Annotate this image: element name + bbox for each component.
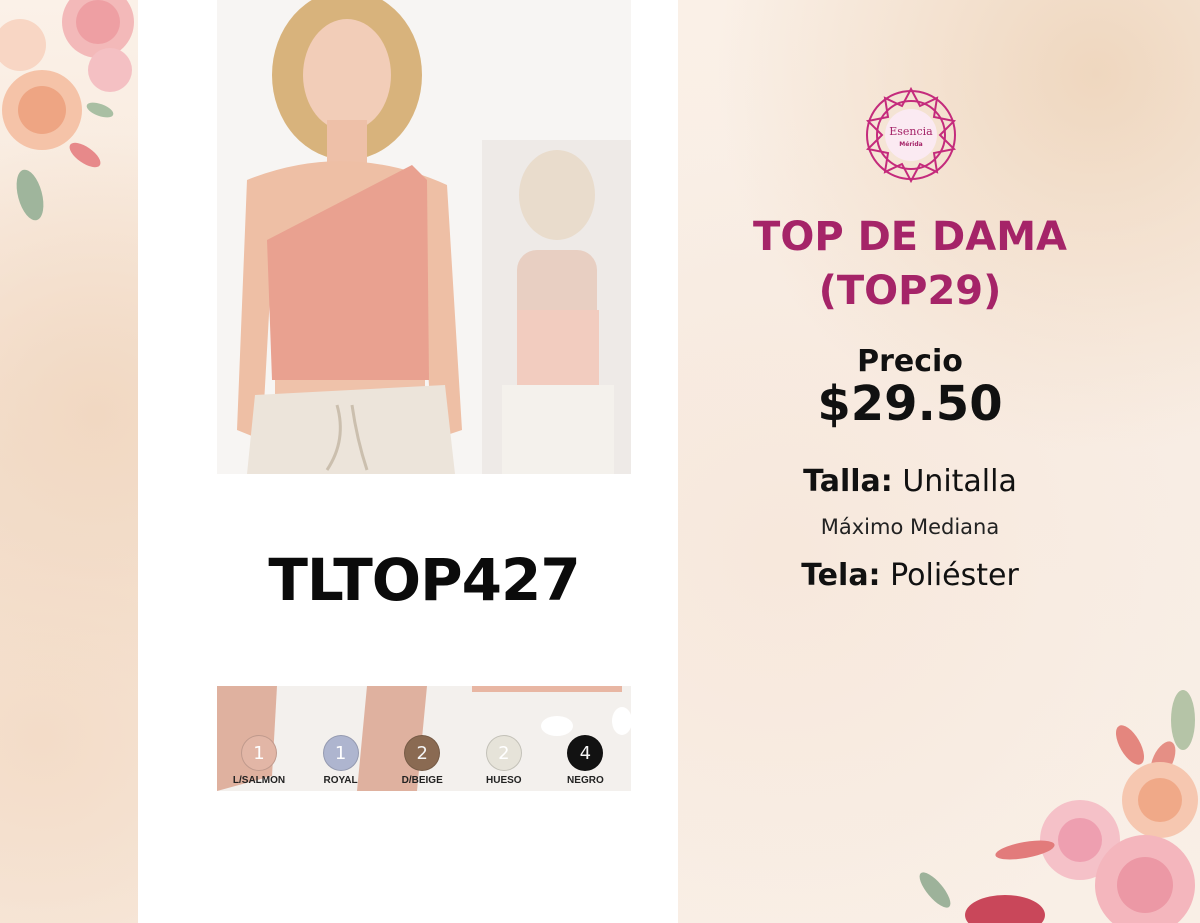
logo-brand-name: Esencia (889, 125, 933, 138)
product-photo (217, 0, 631, 474)
swatch-item: 1 L/SALMON (219, 735, 299, 786)
swatch-color-dot: 2 (485, 735, 522, 771)
price-label: Precio (857, 344, 963, 379)
floral-decoration-top-left (0, 0, 134, 221)
fabric-line: Tela: Poliéster (700, 558, 1120, 593)
product-title-line2: (TOP29) (818, 268, 1002, 314)
size-note: Máximo Mediana (820, 515, 1000, 539)
swatch-label: D/BEIGE (401, 775, 443, 786)
product-code: TLTOP427 (268, 546, 580, 614)
fabric-label: Tela: (801, 558, 881, 593)
logo-brand-sub: Mérida (899, 141, 922, 148)
swatch-color-dot: 4 (567, 735, 604, 771)
fabric-value: Poliéster (890, 558, 1019, 593)
swatch-item: 2 HUESO (464, 735, 544, 786)
product-title: TOP DE DAMA (TOP29) (700, 210, 1120, 318)
swatch-label: L/SALMON (232, 775, 286, 786)
size-line: Talla: Unitalla (700, 464, 1120, 499)
product-title-line1: TOP DE DAMA (753, 214, 1067, 260)
swatch-label: HUESO (486, 775, 522, 786)
size-label: Talla: (803, 464, 893, 499)
floral-decoration-bottom-right (919, 690, 1198, 923)
swatch-color-dot: 1 (241, 735, 277, 771)
swatch-color-dot: 1 (322, 735, 359, 771)
esencia-logo: Esencia Mérida (865, 86, 957, 184)
swatch-item: 1 ROYAL (301, 735, 381, 786)
swatch-item: 2 D/BEIGE (382, 735, 462, 786)
swatch-label: ROYAL (323, 775, 358, 786)
swatch-item: 4 NEGRO (545, 735, 625, 786)
size-value: Unitalla (902, 464, 1017, 499)
price-value: $29.50 (817, 376, 1003, 432)
swatch-color-dot: 2 (404, 735, 441, 771)
swatch-label: NEGRO (567, 775, 604, 786)
